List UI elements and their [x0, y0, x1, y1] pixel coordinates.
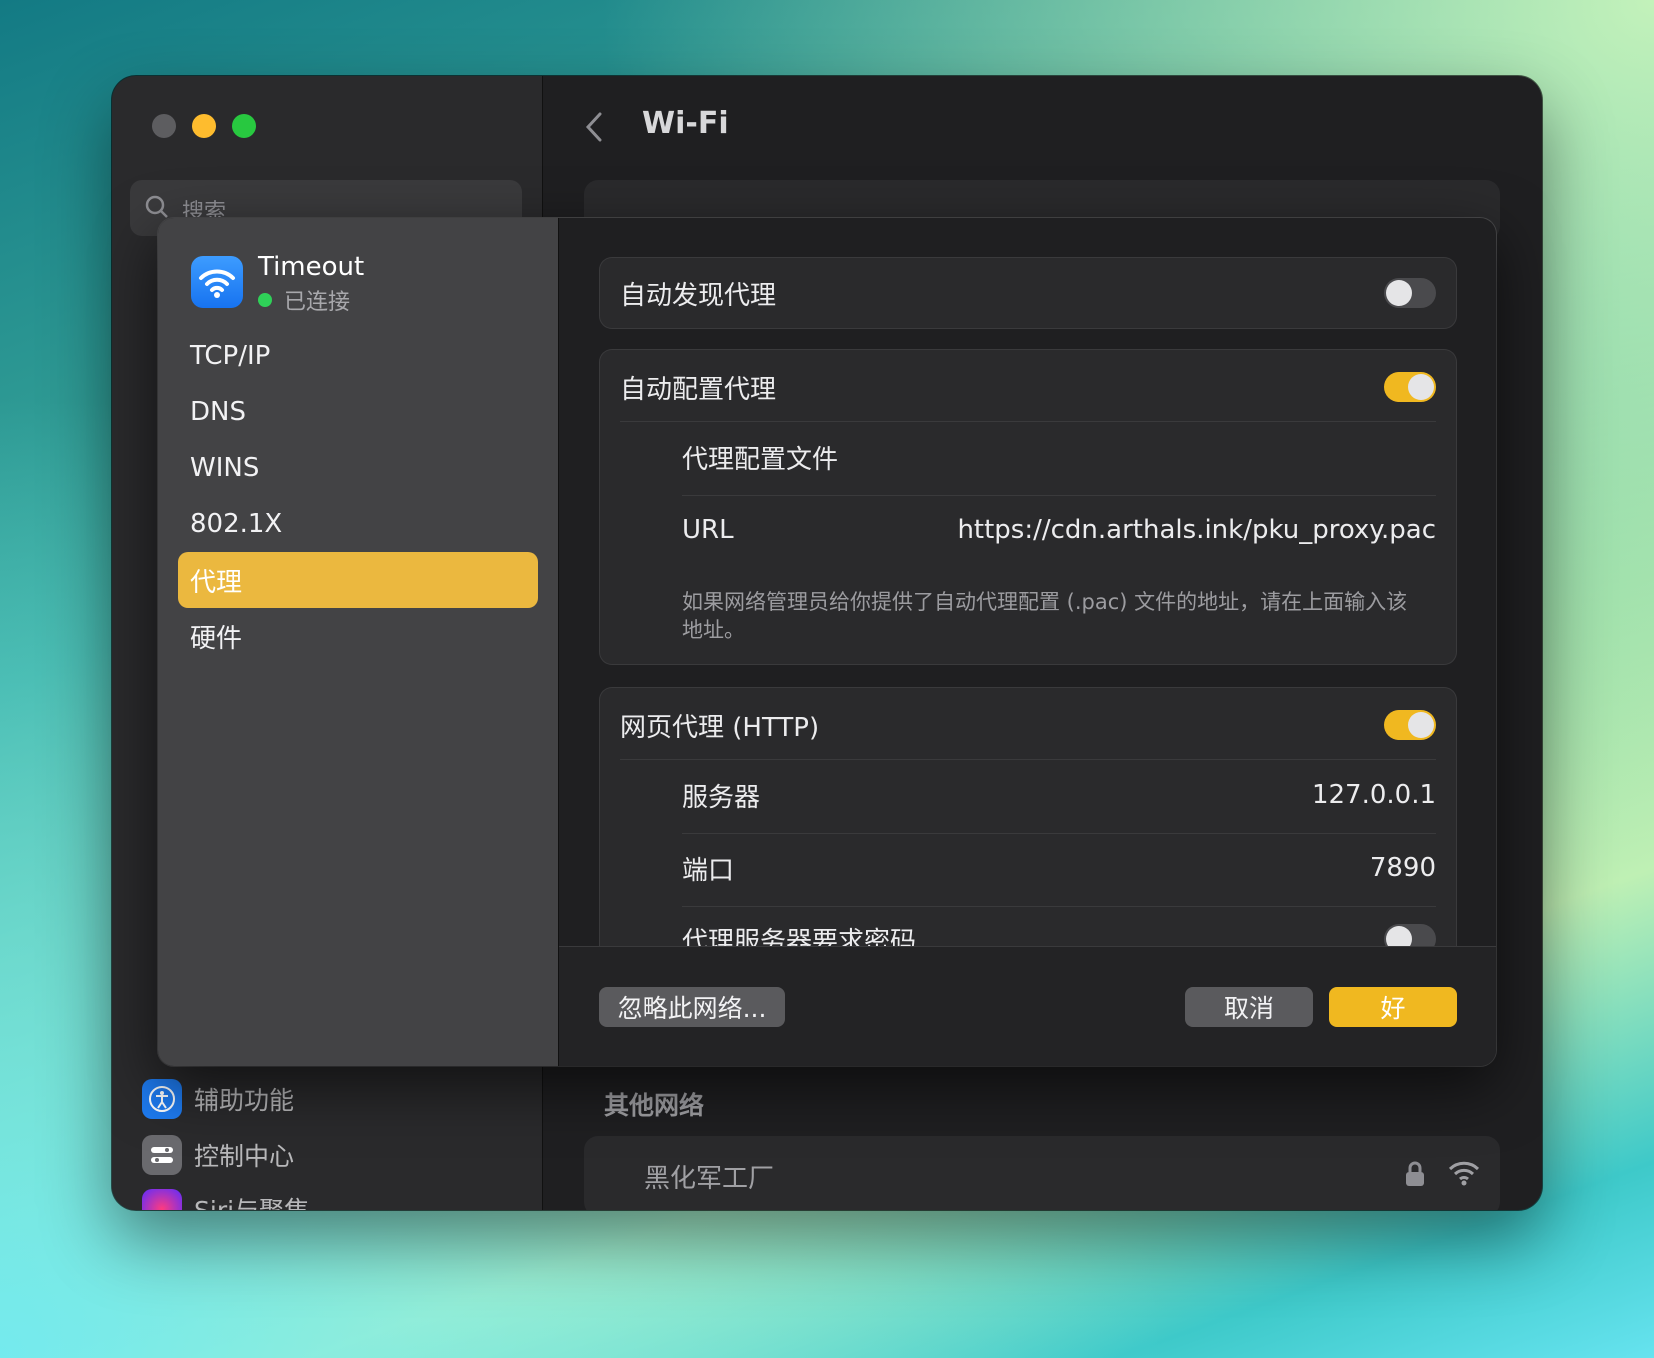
tab-8021x[interactable]: 802.1X — [178, 496, 538, 552]
port-label: 端口 — [682, 855, 735, 886]
proxy-file-label: 代理配置文件 — [682, 444, 839, 475]
zoom-button[interactable] — [232, 114, 256, 138]
siri-icon — [142, 1189, 182, 1210]
accessibility-icon — [142, 1079, 182, 1119]
tab-proxy[interactable]: 代理 — [178, 552, 538, 608]
server-field[interactable]: 127.0.0.1 — [1312, 780, 1436, 810]
toggle-knob — [1408, 374, 1434, 400]
back-chevron-icon[interactable] — [582, 110, 606, 148]
auto-discovery-row: 自动发现代理 — [620, 278, 1436, 311]
auto-config-label: 自动配置代理 — [620, 374, 777, 405]
server-row[interactable]: 服务器 127.0.0.1 — [620, 778, 1436, 813]
lock-icon — [1404, 1160, 1426, 1192]
divider — [682, 495, 1436, 496]
proxy-file-row: 代理配置文件 — [620, 440, 1436, 475]
proxy-settings-panel: 自动发现代理 自动配置代理 代理配置文件 URL https://cdn.art… — [559, 218, 1496, 946]
toggle-knob — [1386, 926, 1412, 946]
http-proxy-row: 网页代理 (HTTP) — [620, 708, 1436, 743]
connected-indicator — [258, 293, 272, 307]
status-text: 已连接 — [284, 290, 351, 315]
tab-wins[interactable]: WINS — [178, 440, 538, 496]
port-field[interactable]: 7890 — [1370, 853, 1436, 883]
cancel-button[interactable]: 取消 — [1185, 987, 1313, 1027]
sidebar-item-label: 辅助功能 — [194, 1086, 295, 1115]
port-row[interactable]: 端口 7890 — [620, 851, 1436, 886]
sidebar-item-siri[interactable]: Siri与聚焦 — [142, 1186, 309, 1210]
tab-hardware[interactable]: 硬件 — [178, 608, 538, 664]
url-row[interactable]: URL https://cdn.arthals.ink/pku_proxy.pa… — [620, 513, 1436, 547]
auto-config-toggle[interactable] — [1384, 372, 1436, 402]
close-button[interactable] — [152, 114, 176, 138]
sidebar-item-control-center[interactable]: 控制中心 — [142, 1132, 294, 1178]
http-proxy-toggle[interactable] — [1384, 710, 1436, 740]
auth-label: 代理服务器要求密码 — [682, 926, 917, 947]
page-title: Wi-Fi — [642, 106, 729, 141]
divider — [682, 833, 1436, 834]
http-proxy-card: 网页代理 (HTTP) 服务器 127.0.0.1 端口 7890 代理服务器要… — [600, 688, 1456, 946]
sidebar-item-label: 控制中心 — [194, 1142, 295, 1171]
auto-config-card: 自动配置代理 代理配置文件 URL https://cdn.arthals.in… — [600, 350, 1456, 664]
url-field[interactable]: https://cdn.arthals.ink/pku_proxy.pac — [957, 515, 1436, 545]
auth-row: 代理服务器要求密码 — [620, 922, 1436, 946]
tab-tcpip[interactable]: TCP/IP — [178, 328, 538, 384]
wifi-signal-icon — [1448, 1160, 1480, 1190]
dialog-sidebar: Timeout 已连接 TCP/IP DNS WINS 802.1X 代理 硬件 — [158, 218, 559, 1066]
auto-discovery-toggle[interactable] — [1384, 278, 1436, 308]
ok-button[interactable]: 好 — [1329, 987, 1457, 1027]
auto-discovery-card: 自动发现代理 — [600, 258, 1456, 328]
control-center-icon — [142, 1135, 182, 1175]
network-details-dialog: Timeout 已连接 TCP/IP DNS WINS 802.1X 代理 硬件… — [158, 218, 1496, 1066]
other-network-row[interactable]: 黑化军工厂 — [584, 1136, 1500, 1210]
toggle-knob — [1386, 280, 1412, 306]
divider — [620, 421, 1436, 422]
divider — [682, 906, 1436, 907]
server-label: 服务器 — [682, 782, 761, 813]
url-label: URL — [682, 515, 734, 545]
tab-dns[interactable]: DNS — [178, 384, 538, 440]
pac-hint-text: 如果网络管理员给你提供了自动代理配置 (.pac) 文件的地址，请在上面输入该地… — [682, 590, 1408, 642]
toggle-knob — [1408, 712, 1434, 738]
minimize-button[interactable] — [192, 114, 216, 138]
forget-network-button[interactable]: 忽略此网络... — [599, 987, 785, 1027]
auto-config-row: 自动配置代理 — [620, 370, 1436, 405]
dialog-footer: 忽略此网络... 取消 好 — [559, 946, 1496, 1066]
sidebar-item-accessibility[interactable]: 辅助功能 — [142, 1076, 294, 1122]
other-networks-title: 其他网络 — [604, 1091, 705, 1120]
sidebar-item-label: Siri与聚焦 — [194, 1191, 309, 1210]
network-name: Timeout — [258, 252, 365, 282]
network-name: 黑化军工厂 — [644, 1164, 775, 1194]
divider — [620, 759, 1436, 760]
wifi-icon — [191, 256, 243, 308]
auto-discovery-label: 自动发现代理 — [620, 280, 777, 311]
connection-status: 已连接 — [258, 284, 350, 316]
http-proxy-label: 网页代理 (HTTP) — [620, 712, 820, 743]
auth-toggle[interactable] — [1384, 924, 1436, 946]
